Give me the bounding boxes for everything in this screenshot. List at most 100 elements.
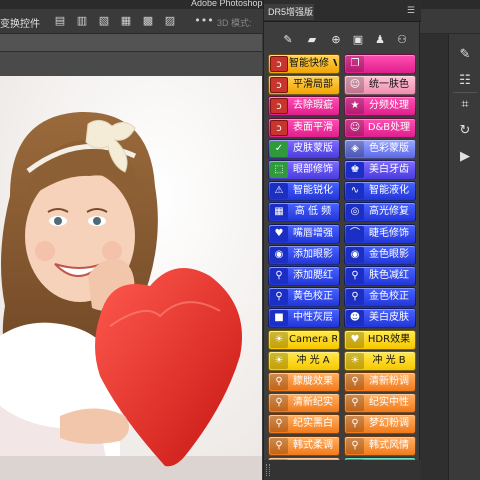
action-row: ☀Camera Raw♥HDR效果 bbox=[268, 329, 419, 350]
action-button[interactable]: ↄ 去除瑕疵 bbox=[268, 96, 340, 117]
action-button[interactable]: ⚲ 韩式柔调 bbox=[268, 435, 340, 456]
action-button[interactable]: ☀ 冲 光 B bbox=[344, 350, 416, 371]
action-button[interactable]: ↄ 平滑局部 bbox=[268, 75, 340, 96]
eyelash-icon: ⌒ bbox=[346, 225, 364, 242]
history-icon[interactable]: ↻ bbox=[456, 122, 474, 140]
action-button[interactable]: ⚲ 金色校正 bbox=[344, 287, 416, 308]
brush-settings-icon[interactable]: ✎ bbox=[456, 46, 474, 64]
action-label: 分频处理 bbox=[369, 100, 409, 112]
panel-gap bbox=[418, 34, 448, 480]
layer-icon[interactable]: ▣ bbox=[350, 32, 366, 48]
action-button[interactable]: ⚲ 添加腮红 bbox=[268, 266, 340, 286]
toolbar-divider bbox=[453, 92, 477, 93]
action-button[interactable]: ⚲ 黄色校正 bbox=[268, 287, 340, 308]
action-button[interactable]: ♚ 美白牙齿 bbox=[344, 160, 416, 180]
action-label: 高 低 频 bbox=[294, 206, 332, 218]
action-button[interactable]: ⚲ 纪实中性 bbox=[344, 393, 416, 414]
action-button[interactable]: ◎ 高光修复 bbox=[344, 202, 416, 223]
person-add-icon[interactable]: ⚇ bbox=[394, 32, 410, 48]
dr5-panel: DR5增强版 ☰ ✎ ▰ ⊕ ▣ ♟ ⚇ ↄ智能快修V5.0❐ↄ平滑局部☺统一肤… bbox=[263, 0, 421, 480]
panel-tab-title[interactable]: DR5增强版 bbox=[264, 4, 314, 20]
sliders-icon[interactable]: ☷ bbox=[456, 72, 474, 90]
action-button[interactable]: ★ 分频处理 bbox=[344, 96, 416, 117]
action-button[interactable]: ↄ智能快修V5.0 bbox=[268, 54, 340, 74]
panel-tool-row: ✎ ▰ ⊕ ▣ ♟ ⚇ bbox=[264, 30, 421, 50]
distribute-top-icon[interactable]: ▦ bbox=[120, 15, 132, 27]
lasso-icon: ↄ bbox=[270, 56, 288, 72]
canvas-area[interactable] bbox=[0, 52, 262, 480]
action-button[interactable]: ⌒ 睫毛修饰 bbox=[344, 223, 416, 244]
face-icon: ☺ bbox=[346, 119, 364, 136]
action-label: HDR效果 bbox=[367, 333, 411, 345]
action-row: ⚲ 添加腮红 ⚲ 肤色减红 bbox=[268, 266, 419, 286]
more-icon[interactable]: ••• bbox=[194, 15, 214, 27]
action-button[interactable]: ⬚ 眼部修饰 bbox=[268, 160, 340, 180]
action-button[interactable]: ◉ 金色眼影 bbox=[344, 244, 416, 265]
resize-grip-icon[interactable] bbox=[266, 464, 270, 476]
action-row: ♥ 嘴唇增强 ⌒ 睫毛修饰 bbox=[268, 223, 419, 244]
action-label: 添加腮红 bbox=[293, 270, 333, 281]
photo-image bbox=[0, 76, 262, 480]
action-label: 表面平滑 bbox=[293, 121, 333, 133]
action-button[interactable]: ♥ 嘴唇增强 bbox=[268, 223, 340, 244]
distribute-bottom-icon[interactable]: ▨ bbox=[164, 15, 176, 27]
action-label: Camera Raw bbox=[289, 333, 337, 345]
action-label: 清新纪实 bbox=[293, 397, 333, 409]
distribute-middle-icon[interactable]: ▩ bbox=[142, 15, 154, 27]
action-label: 肤色减红 bbox=[369, 270, 409, 281]
mask-face-icon: ☻ bbox=[346, 310, 364, 327]
3d-mode-label: 3D 模式: bbox=[217, 18, 252, 28]
action-button[interactable]: ☀Camera Raw bbox=[268, 329, 340, 350]
action-button[interactable]: ▦ 高 低 频 bbox=[268, 202, 340, 223]
action-button[interactable]: ◈ 色彩蒙版 bbox=[344, 138, 416, 159]
action-button[interactable]: ⚲ 肤色减红 bbox=[344, 266, 416, 286]
action-button[interactable]: ☀ 冲 光 A bbox=[268, 350, 340, 371]
brush-icon: ⚲ bbox=[270, 395, 288, 412]
action-button[interactable]: ⚲ 清新粉调 bbox=[344, 372, 416, 392]
face-icon: ☺ bbox=[346, 77, 364, 94]
action-button[interactable]: ↄ 表面平滑 bbox=[268, 117, 340, 138]
hamburger-menu-icon[interactable]: ☰ bbox=[407, 6, 415, 16]
play-icon[interactable]: ▶ bbox=[456, 148, 474, 166]
action-label: 冲 光 B bbox=[372, 354, 406, 366]
align-left-icon[interactable]: ▤ bbox=[54, 15, 66, 27]
lasso-icon: ↄ bbox=[270, 77, 288, 94]
action-button[interactable]: ☺ 统一肤色 bbox=[344, 75, 416, 96]
action-button[interactable]: ✓ 皮肤蒙版 bbox=[268, 138, 340, 159]
action-label: 朦胧效果 bbox=[293, 376, 333, 387]
action-button[interactable]: ⚲ 韩式风情 bbox=[344, 435, 416, 456]
action-row: ⚲ 纪实黑白 ⚲ 梦幻粉调 bbox=[268, 414, 419, 435]
action-button[interactable]: ⚲ 梦幻粉调 bbox=[344, 414, 416, 435]
version-badge: V5.0 bbox=[333, 58, 337, 69]
action-row: ↄ智能快修V5.0 ❐ bbox=[268, 54, 419, 74]
action-button[interactable]: ⚲ 纪实黑白 bbox=[268, 414, 340, 435]
brush-icon: ⚲ bbox=[346, 374, 364, 390]
action-button[interactable]: ⚠ 智能锐化 bbox=[268, 181, 340, 202]
person-icon[interactable]: ♟ bbox=[372, 32, 388, 48]
crop-icon[interactable]: ⌗ bbox=[456, 96, 474, 114]
action-row: ✓ 皮肤蒙版 ◈ 色彩蒙版 bbox=[268, 138, 419, 159]
action-row: ⚠ 智能锐化 ∿ 智能液化 bbox=[268, 181, 419, 202]
transform-controls-label[interactable]: 变换控件 bbox=[0, 15, 40, 30]
action-button[interactable]: ⚲ 朦胧效果 bbox=[268, 372, 340, 392]
stamp-tool-icon[interactable]: ⊕ bbox=[328, 32, 344, 48]
select-icon: ⬚ bbox=[270, 162, 288, 178]
action-button[interactable]: ◉ 添加眼影 bbox=[268, 244, 340, 265]
action-label: 智能快修V5.0 bbox=[289, 55, 337, 73]
action-button[interactable]: ∿ 智能液化 bbox=[344, 181, 416, 202]
align-center-icon[interactable]: ▥ bbox=[76, 15, 88, 27]
action-label bbox=[365, 55, 413, 73]
action-label: 金色校正 bbox=[369, 291, 409, 303]
brush-tool-icon[interactable]: ✎ bbox=[280, 32, 296, 48]
action-label: 皮肤蒙版 bbox=[293, 142, 333, 154]
action-button[interactable]: ⚲ 清新纪实 bbox=[268, 393, 340, 414]
document-tab[interactable] bbox=[0, 34, 262, 52]
action-label: 高光修复 bbox=[369, 206, 409, 218]
action-button[interactable]: ♥ HDR效果 bbox=[344, 329, 416, 350]
action-button[interactable]: ☺ D&B处理 bbox=[344, 117, 416, 138]
action-button[interactable]: ■ 中性灰层 bbox=[268, 308, 340, 329]
action-button[interactable]: ❐ bbox=[344, 54, 416, 74]
align-right-icon[interactable]: ▧ bbox=[98, 15, 110, 27]
action-button[interactable]: ☻ 美白皮肤 bbox=[344, 308, 416, 329]
eraser-tool-icon[interactable]: ▰ bbox=[304, 32, 320, 48]
